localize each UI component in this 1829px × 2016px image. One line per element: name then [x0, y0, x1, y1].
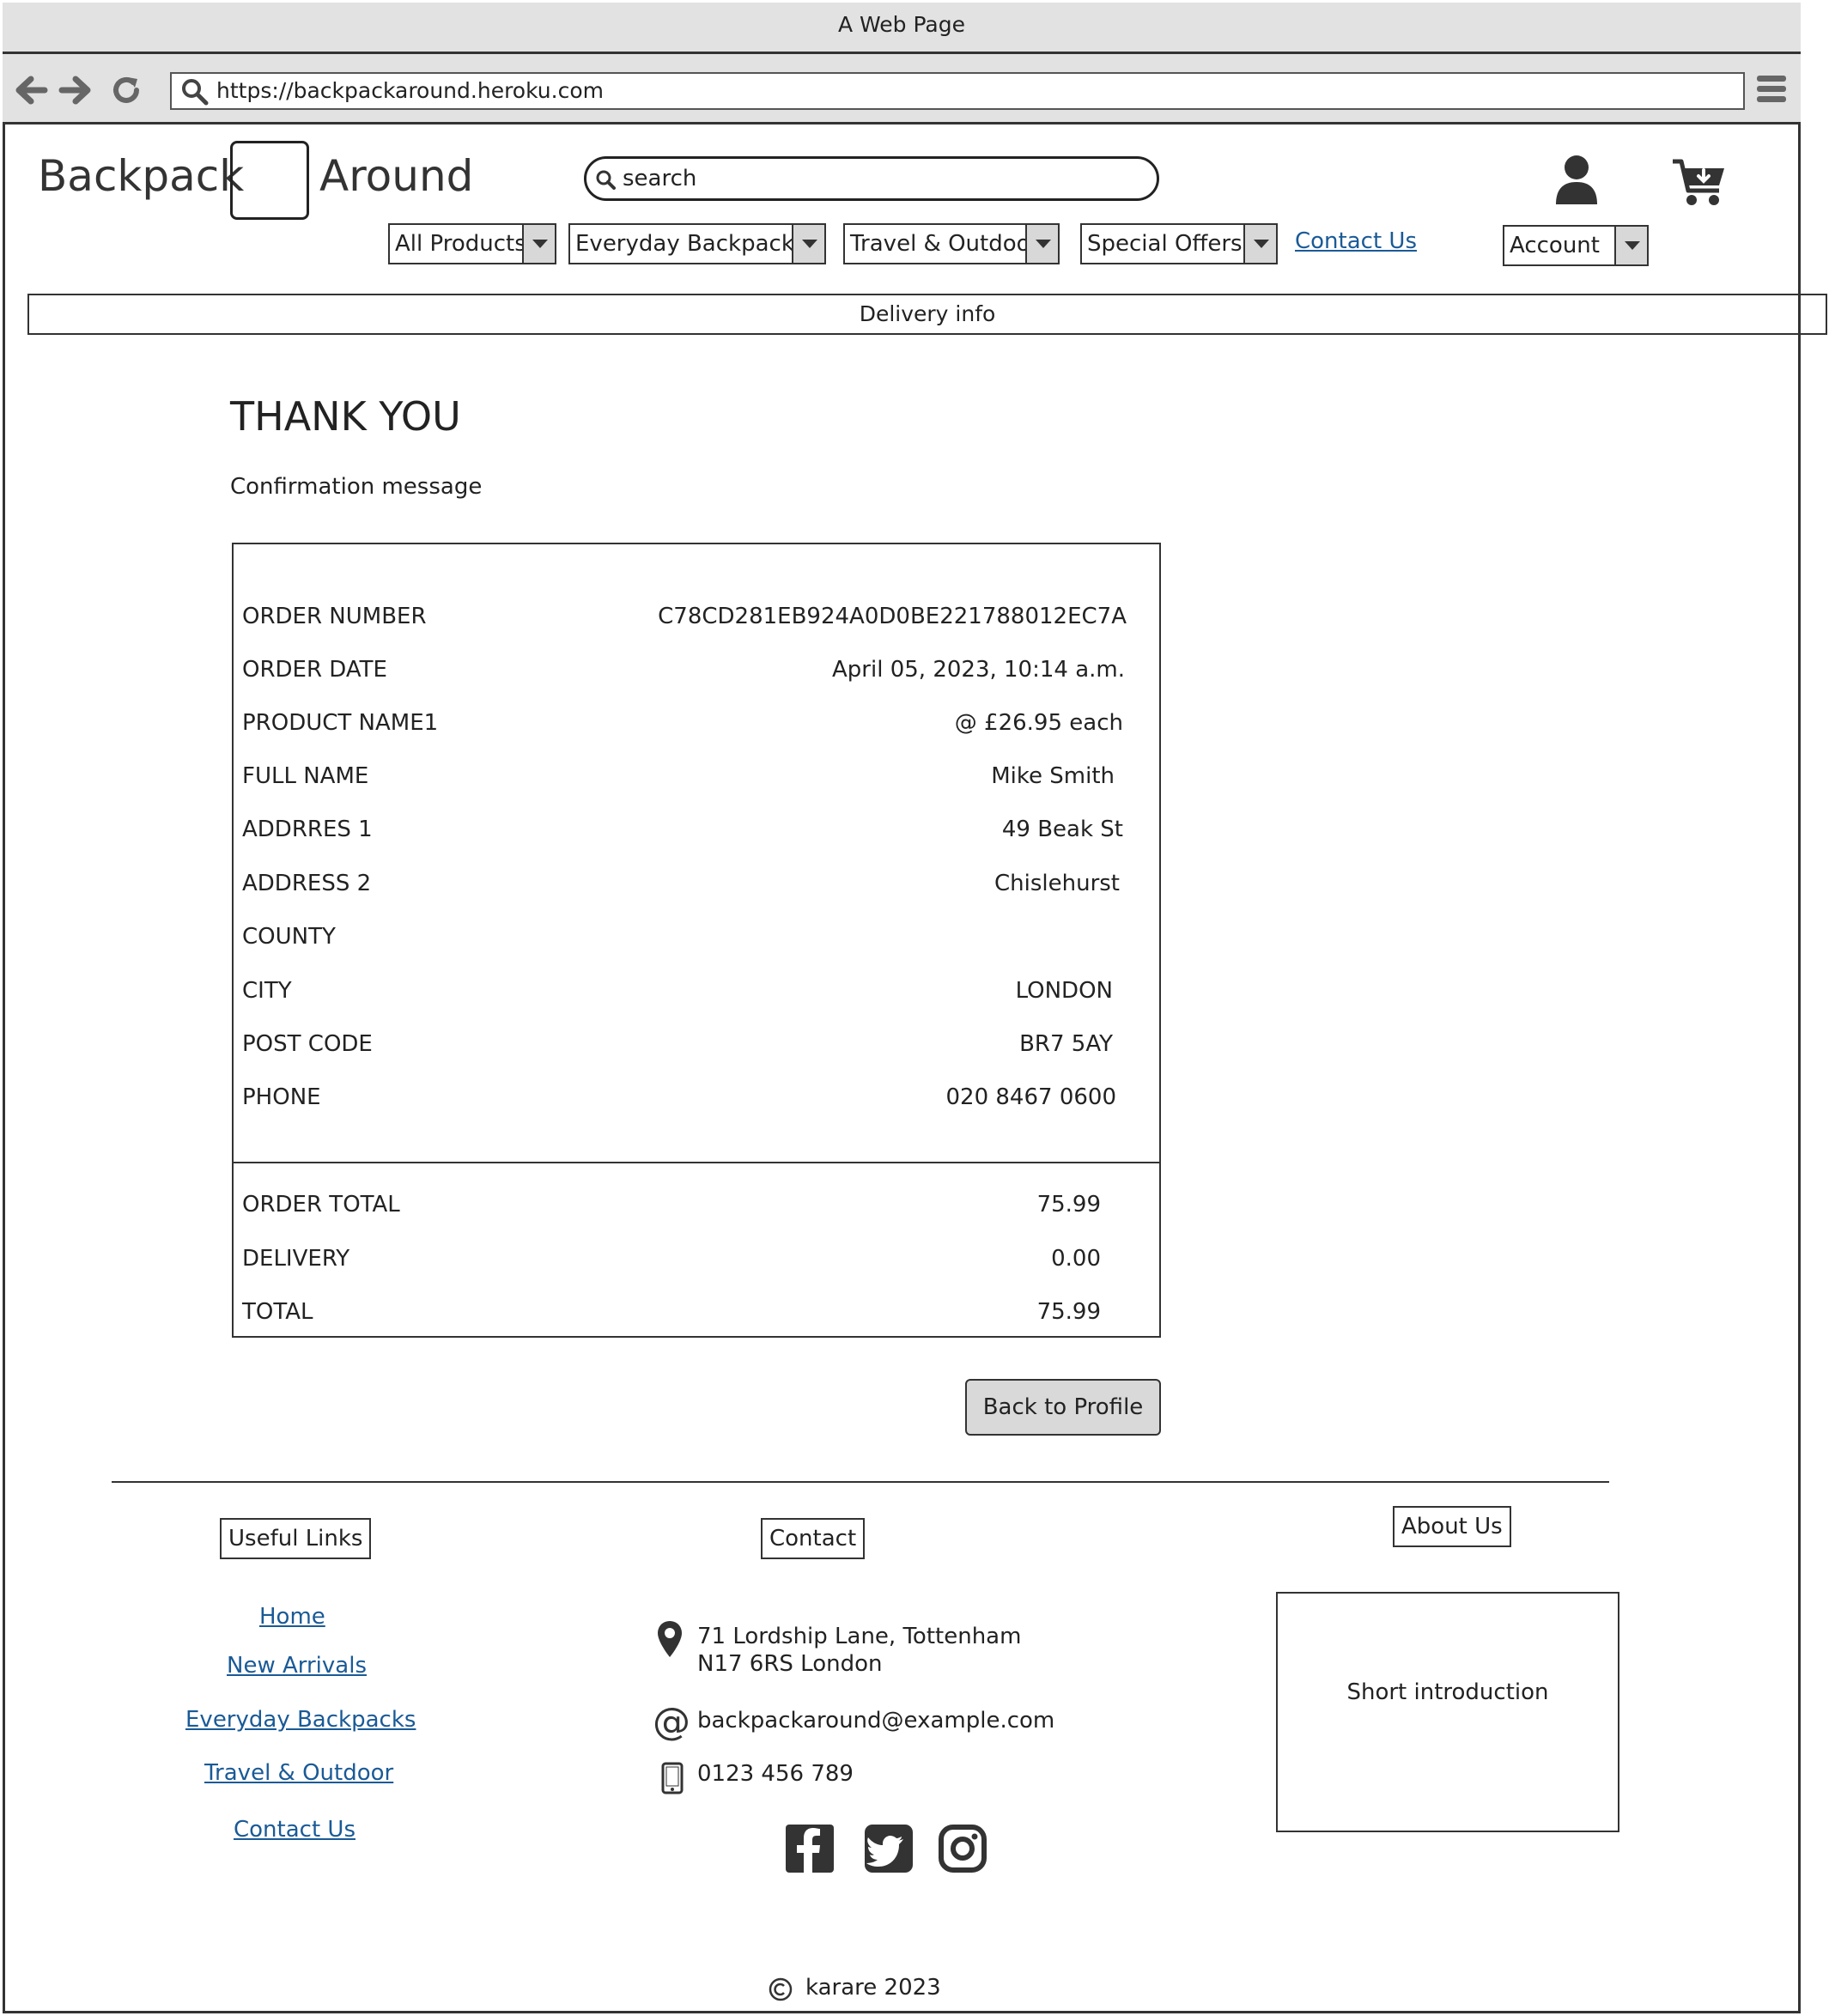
post-code-label: POST CODE — [242, 1031, 373, 1057]
search-icon — [595, 169, 617, 195]
address-2-label: ADDRESS 2 — [242, 871, 372, 896]
browser-titlebar: A Web Page — [3, 3, 1801, 54]
reload-icon[interactable] — [110, 74, 143, 112]
contact-heading: Contact — [761, 1518, 866, 1559]
delivery-value: 0.00 — [1051, 1246, 1101, 1272]
order-number-label: ORDER NUMBER — [242, 604, 427, 629]
account-dropdown[interactable]: Account — [1503, 225, 1649, 266]
nav-dropdown-special-offers[interactable]: Special Offers — [1080, 223, 1278, 264]
order-date-label: ORDER DATE — [242, 657, 387, 683]
chevron-down-icon — [1243, 225, 1276, 263]
footer-link-new-arrivals[interactable]: New Arrivals — [227, 1653, 367, 1679]
address-1-value: 49 Beak St — [1001, 817, 1123, 842]
chevron-down-icon — [1614, 227, 1647, 264]
facebook-icon[interactable] — [785, 1824, 835, 1877]
nav-dropdown-travel-outdoor[interactable]: Travel & Outdoor — [843, 223, 1060, 264]
chevron-down-icon — [522, 225, 555, 263]
user-account-icon[interactable] — [1554, 155, 1599, 209]
delivery-info-banner[interactable]: Delivery info — [27, 294, 1827, 335]
nav-dropdown-all-products[interactable]: All Products — [388, 223, 556, 264]
logo-text-left: Backpack — [38, 151, 245, 201]
city-label: CITY — [242, 978, 292, 1004]
hamburger-menu-icon[interactable] — [1757, 76, 1786, 106]
instagram-icon[interactable] — [938, 1824, 987, 1877]
chevron-down-icon — [1025, 225, 1058, 263]
footer-link-travel-outdoor[interactable]: Travel & Outdoor — [204, 1760, 393, 1786]
account-dropdown-label: Account — [1510, 233, 1600, 258]
site-search[interactable] — [584, 156, 1159, 201]
twitter-icon[interactable] — [864, 1824, 914, 1877]
address-bar[interactable]: https://backpackaround.heroku.com — [170, 72, 1745, 110]
at-sign-icon: @ — [653, 1700, 690, 1744]
county-label: COUNTY — [242, 924, 336, 950]
shopping-cart-icon[interactable] — [1671, 156, 1728, 211]
copyright-icon — [768, 1977, 793, 2006]
delivery-label: DELIVERY — [242, 1246, 350, 1272]
phone-label: PHONE — [242, 1084, 321, 1110]
search-input[interactable] — [623, 164, 1138, 193]
full-name-value: Mike Smith — [991, 763, 1115, 789]
contact-address-line2: N17 6RS London — [697, 1651, 883, 1677]
contact-address-line1: 71 Lordship Lane, Tottenham — [697, 1624, 1022, 1649]
phone-value: 020 8467 0600 — [945, 1084, 1117, 1110]
footer-link-home[interactable]: Home — [259, 1604, 325, 1630]
contact-email[interactable]: backpackaround@example.com — [697, 1707, 1054, 1734]
total-value: 75.99 — [1036, 1299, 1101, 1325]
order-total-value: 75.99 — [1036, 1192, 1101, 1217]
about-introduction-text: Short introduction — [1346, 1679, 1549, 1705]
address-2-value: Chislehurst — [993, 871, 1120, 896]
footer-link-contact-us[interactable]: Contact Us — [234, 1817, 355, 1843]
nav-dropdown-label: Special Offers — [1087, 231, 1243, 257]
product-name-label: PRODUCT NAME1 — [242, 710, 439, 736]
confirmation-message: Confirmation message — [230, 474, 483, 500]
order-summary-divider — [232, 1162, 1161, 1163]
url-text: https://backpackaround.heroku.com — [216, 78, 604, 103]
nav-dropdown-label: Travel & Outdoor — [850, 231, 1040, 257]
address-1-label: ADDRRES 1 — [242, 817, 373, 842]
chevron-down-icon — [792, 225, 824, 263]
page-title: THANK YOU — [230, 393, 461, 440]
nav-contact-us-link[interactable]: Contact Us — [1295, 228, 1417, 254]
product-price-value: @ £26.95 each — [954, 710, 1123, 736]
search-icon — [180, 77, 210, 110]
order-number-value: C78CD281EB924A0D0BE221788012EC7A — [658, 604, 1127, 629]
about-us-heading: About Us — [1393, 1506, 1511, 1547]
order-total-label: ORDER TOTAL — [242, 1192, 400, 1217]
nav-dropdown-everyday-backpacks[interactable]: Everyday Backpacks — [568, 223, 826, 264]
logo-image-placeholder — [230, 141, 309, 220]
contact-phone: 0123 456 789 — [697, 1761, 854, 1787]
nav-dropdown-label: All Products — [395, 231, 526, 257]
footer-divider — [112, 1481, 1609, 1483]
about-introduction-box: Short introduction — [1276, 1592, 1619, 1832]
footer-link-everyday-backpacks[interactable]: Everyday Backpacks — [185, 1707, 416, 1733]
back-arrow-icon[interactable] — [15, 74, 48, 112]
post-code-value: BR7 5AY — [1019, 1031, 1113, 1057]
back-to-profile-button[interactable]: Back to Profile — [965, 1379, 1161, 1436]
window-title: A Web Page — [837, 12, 966, 37]
copyright-text: karare 2023 — [805, 1975, 941, 2001]
forward-arrow-icon[interactable] — [58, 74, 91, 112]
order-date-value: April 05, 2023, 10:14 a.m. — [832, 657, 1125, 683]
useful-links-heading: Useful Links — [220, 1518, 372, 1559]
city-value: LONDON — [1015, 978, 1113, 1004]
full-name-label: FULL NAME — [242, 763, 369, 789]
mobile-phone-icon — [661, 1762, 684, 1798]
location-pin-icon — [656, 1619, 684, 1662]
logo-text-right: Around — [319, 151, 474, 201]
total-label: TOTAL — [242, 1299, 313, 1325]
nav-dropdown-label: Everyday Backpacks — [575, 231, 806, 257]
